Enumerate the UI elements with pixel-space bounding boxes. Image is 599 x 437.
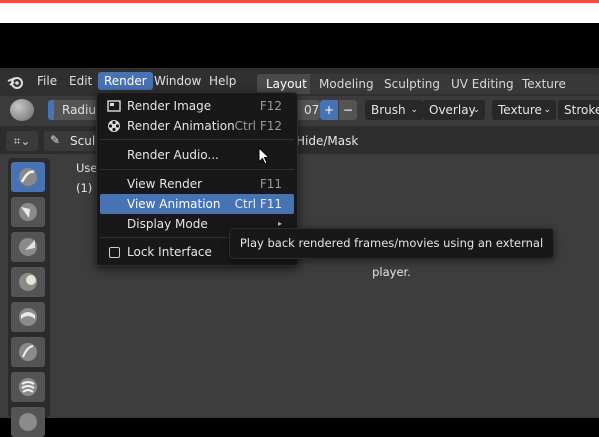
menu-separator <box>100 169 294 170</box>
tool-layer[interactable] <box>11 302 45 332</box>
menu-window[interactable]: Window <box>154 68 201 94</box>
tool-draw[interactable] <box>11 162 45 192</box>
tool-crease[interactable] <box>11 407 45 437</box>
transform-pivot-icon[interactable]: ⌗⌄ <box>6 131 38 151</box>
chevron-down-icon: ⌄ <box>543 105 551 115</box>
render-image-icon <box>107 100 121 112</box>
menu-item-shortcut: F11 <box>259 177 282 191</box>
checkbox-icon[interactable] <box>109 247 120 258</box>
menu-render[interactable]: Render <box>98 72 153 90</box>
empty-region <box>0 23 599 68</box>
blender-logo-icon[interactable] <box>6 72 26 92</box>
menu-separator <box>100 139 294 140</box>
render-animation-icon <box>108 120 120 132</box>
texture-dropdown[interactable]: Texture ⌄ <box>492 100 556 120</box>
clay-strips-icon <box>19 273 37 291</box>
tab-sculpting[interactable]: Sculpting <box>375 74 450 94</box>
brush-label: Brush <box>371 103 406 117</box>
sculpt-toolbar <box>8 158 50 437</box>
menu-item-shortcut: F12 <box>259 99 282 113</box>
menu-item-shortcut: Ctrl F11 <box>234 197 282 211</box>
menu-item-view-render[interactable]: View Render F11 <box>100 174 294 194</box>
tab-modeling[interactable]: Modeling <box>310 74 383 94</box>
layer-brush-icon <box>19 308 37 326</box>
crease-brush-icon <box>19 413 37 431</box>
plus-button[interactable]: + <box>320 100 338 120</box>
tool-blob[interactable] <box>11 372 45 402</box>
menu-item-label: Lock Interface <box>127 245 212 259</box>
menu-file[interactable]: File <box>37 68 57 94</box>
strength-field[interactable]: 07 <box>296 100 320 120</box>
draw-brush-icon <box>19 168 37 186</box>
texture-label: Texture <box>498 103 542 117</box>
overlay-label: Overlay <box>429 103 476 117</box>
overlay-dropdown[interactable]: Overlay ⌄ <box>423 100 485 120</box>
menu-item-render-image[interactable]: Render Image F12 <box>100 96 294 116</box>
tab-uv-editing[interactable]: UV Editing <box>442 74 523 94</box>
menu-item-label: View Animation <box>127 197 221 211</box>
blob-brush-icon <box>19 378 37 396</box>
menu-edit[interactable]: Edit <box>69 68 92 94</box>
mode-selector[interactable]: ✎ Sculp <box>44 131 103 151</box>
brush-preview-icon[interactable] <box>10 99 34 121</box>
menu-item-label: Render Animation <box>127 119 235 133</box>
chevron-down-icon: ⌄ <box>472 105 480 115</box>
clay-brush-icon <box>19 238 37 256</box>
tool-draw-sharp[interactable] <box>11 197 45 227</box>
menu-help[interactable]: Help <box>209 68 236 94</box>
sculpt-mode-icon: ✎ <box>50 133 61 147</box>
tooltip: Play back rendered frames/movies using a… <box>229 228 554 279</box>
tool-clay-strips[interactable] <box>11 267 45 297</box>
mouse-cursor-icon <box>258 146 271 168</box>
menu-item-label: Display Mode <box>127 217 208 231</box>
radius-field[interactable]: Radius: <box>54 100 106 120</box>
tab-layout[interactable]: Layout <box>257 74 316 94</box>
menu-item-label: Render Audio... <box>127 148 219 162</box>
stroke-dropdown[interactable]: Stroke <box>558 100 599 120</box>
stroke-label: Stroke <box>564 103 599 117</box>
tool-inflate[interactable] <box>11 337 45 367</box>
strength-value: 07 <box>304 103 320 117</box>
menu-item-shortcut: Ctrl F12 <box>234 119 282 133</box>
minus-button[interactable]: − <box>339 100 357 120</box>
menu-item-render-animation[interactable]: Render Animation Ctrl F12 <box>100 116 294 136</box>
chevron-down-icon: ⌄ <box>410 105 418 115</box>
brush-dropdown[interactable]: Brush ⌄ <box>365 100 423 120</box>
hide-mask-menu[interactable]: Hide/Mask <box>296 133 358 149</box>
tab-texture-paint[interactable]: Texture Paint <box>513 74 599 111</box>
menu-item-label: View Render <box>127 177 203 191</box>
window-titlebar <box>0 3 599 23</box>
menu-item-label: Render Image <box>127 99 212 113</box>
tool-clay[interactable] <box>11 232 45 262</box>
menu-item-view-animation[interactable]: View Animation Ctrl F11 <box>100 194 294 214</box>
draw-sharp-icon <box>19 203 37 221</box>
inflate-brush-icon <box>19 343 37 361</box>
